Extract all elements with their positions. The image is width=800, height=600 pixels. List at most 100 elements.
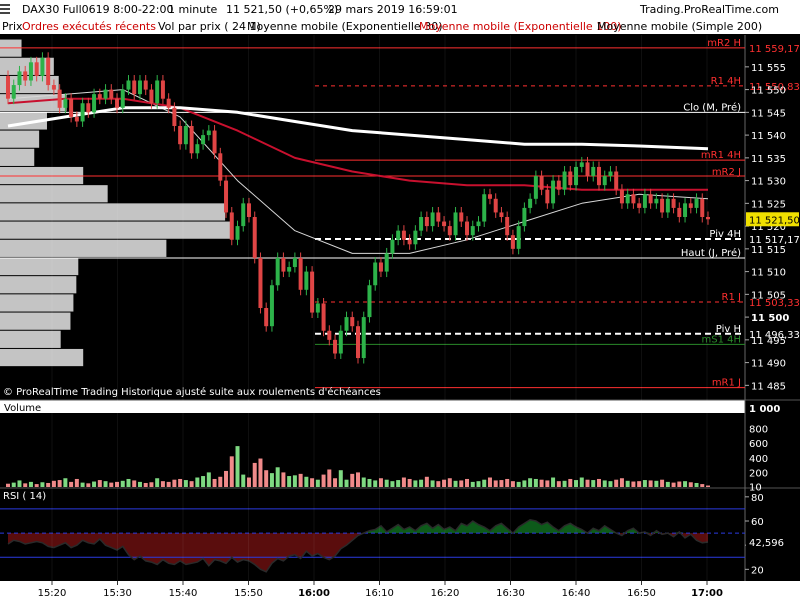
volume-bar: [218, 476, 223, 487]
volume-bar: [97, 480, 102, 487]
volume-bar: [51, 480, 56, 487]
candle-body: [545, 189, 550, 204]
candle-body: [269, 285, 274, 327]
last-price-label: 11 521,50: [749, 215, 800, 226]
candle-body: [338, 330, 343, 354]
chart-frame: [0, 35, 800, 600]
volume-profile-bar: [0, 294, 74, 312]
time-tick-label: 15:50: [234, 588, 263, 599]
volume-bar: [109, 482, 114, 487]
volume-bar: [614, 479, 619, 487]
price-tick-label: 11 500: [751, 313, 789, 324]
price-tick-label: 11 490: [751, 359, 786, 370]
volume-bar: [69, 481, 74, 487]
candle-body: [470, 226, 475, 236]
price-tick-label: 11 550: [751, 86, 786, 97]
time-tick-label: 16:40: [562, 588, 591, 599]
price-tick-label: 11 495: [751, 336, 786, 347]
candle-body: [149, 89, 154, 104]
candle-body: [229, 212, 234, 240]
volume-tick-label: 600: [749, 439, 768, 450]
volume-bar: [551, 477, 556, 487]
price-tick-label: 11 530: [751, 177, 786, 188]
level-label: Haut (J, Pré): [681, 247, 741, 259]
volume-bar: [92, 481, 97, 487]
candle-body: [172, 107, 177, 126]
volume-bar: [522, 480, 527, 487]
candle-body: [97, 94, 102, 99]
candle-body: [585, 162, 590, 177]
candle-body: [241, 203, 246, 227]
rsi-last-label: 42,596: [749, 538, 784, 549]
candle-body: [700, 198, 705, 217]
candle-body: [292, 257, 297, 268]
candle-body: [683, 203, 688, 217]
candle-body: [430, 212, 435, 227]
candle-body: [654, 198, 659, 204]
volume-bar: [40, 482, 45, 487]
candle-body: [356, 326, 360, 359]
candle-body: [143, 80, 148, 90]
candle-body: [660, 198, 665, 213]
candle-body: [132, 80, 137, 95]
candle-body: [258, 257, 263, 308]
price-tick-label: 11 555: [751, 63, 786, 74]
volume-bar: [373, 480, 378, 487]
candle-body: [631, 194, 636, 204]
candle-body: [11, 85, 16, 99]
time-tick-label: 15:30: [103, 588, 132, 599]
volume-bar: [183, 480, 188, 487]
volume-bar: [683, 481, 688, 487]
volume-max-label: 1 000: [749, 404, 780, 415]
volume-bar: [579, 477, 584, 487]
candle-body: [34, 62, 39, 76]
chart-canvas[interactable]: mR2 H11 559,17R1 4H11 550,83Clo (M, Pré)…: [0, 0, 800, 600]
volume-bar: [189, 481, 194, 487]
candle-body: [74, 116, 79, 122]
volume-bar: [568, 478, 573, 487]
candle-body: [614, 171, 619, 190]
candle-body: [401, 230, 406, 240]
level-label: Piv 4H: [709, 229, 741, 240]
candle-body: [281, 257, 286, 272]
candle-body: [556, 180, 561, 190]
candle-body: [298, 257, 303, 290]
volume-bar: [63, 478, 68, 487]
price-tick-label: 11 525: [751, 199, 786, 210]
volume-bar: [459, 480, 464, 487]
candle-body: [459, 212, 464, 222]
candle-body: [568, 171, 573, 186]
volume-bar: [671, 482, 676, 487]
candle-body: [86, 103, 91, 113]
volume-bar: [46, 482, 51, 487]
candle-body: [487, 194, 492, 199]
level-label: R1 J: [722, 292, 741, 303]
volume-bar: [229, 456, 234, 487]
volume-bar: [17, 480, 22, 487]
volume-profile-bar: [0, 185, 108, 203]
volume-bar: [137, 481, 142, 487]
candle-body: [23, 71, 28, 81]
volume-bar: [424, 476, 429, 487]
volume-bar: [539, 479, 544, 487]
level-label: Clo (M, Pré): [683, 101, 741, 113]
candle-body: [533, 176, 538, 199]
level-value-label: 11 559,17: [749, 44, 800, 55]
candle-body: [499, 212, 504, 217]
volume-bar: [206, 472, 211, 487]
candle-body: [424, 217, 429, 227]
candle-body: [510, 235, 515, 249]
candle-body: [327, 330, 332, 340]
volume-bar: [338, 470, 343, 487]
candle-body: [69, 98, 74, 117]
candle-body: [183, 126, 188, 145]
volume-bar: [166, 481, 171, 487]
volume-bar: [648, 480, 653, 487]
candle-body: [350, 317, 355, 327]
volume-bar: [596, 478, 601, 487]
candle-body: [562, 171, 567, 190]
volume-bar: [224, 470, 229, 487]
volume-bar: [126, 478, 131, 487]
volume-profile-bar: [0, 130, 40, 148]
volume-bar: [505, 478, 510, 487]
